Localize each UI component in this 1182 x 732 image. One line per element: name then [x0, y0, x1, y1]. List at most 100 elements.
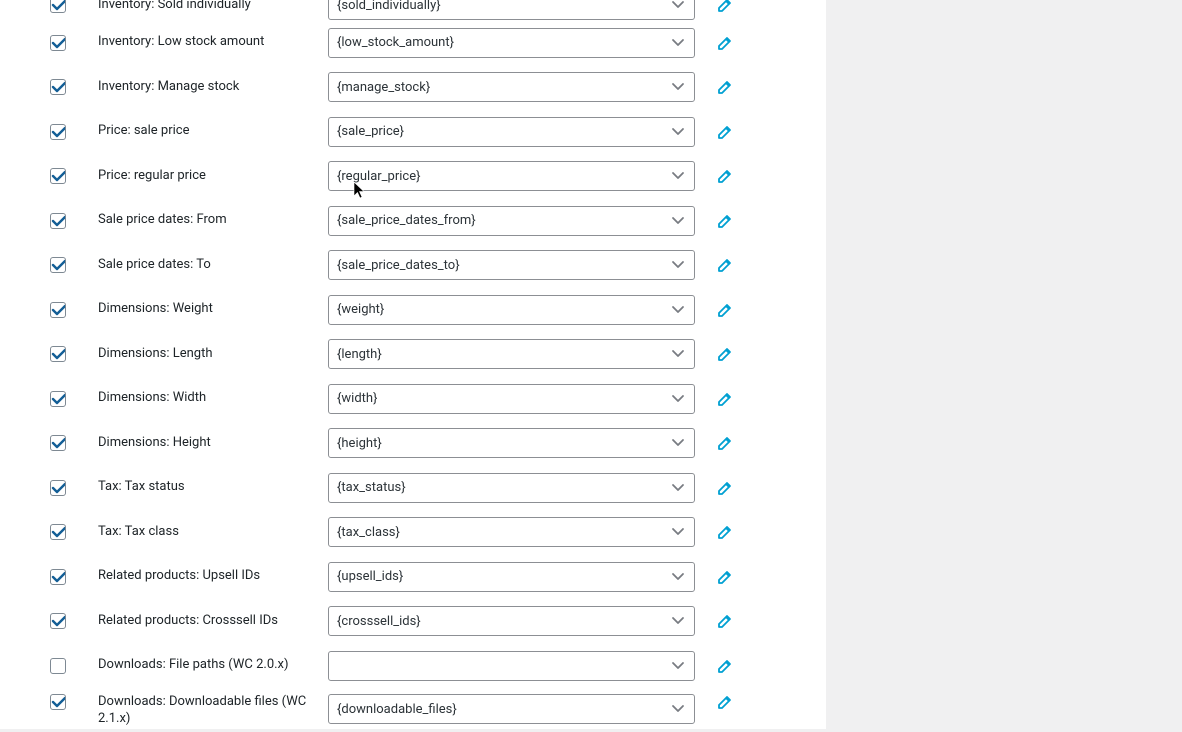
field-label: Tax: Tax status	[98, 479, 328, 496]
field-row: Inventory: Manage stock{manage_stock}	[40, 65, 826, 109]
enable-checkbox[interactable]	[50, 613, 66, 629]
field-mapping-select[interactable]: {crosssell_ids}	[328, 606, 695, 636]
edit-icon[interactable]	[717, 213, 733, 229]
enable-checkbox[interactable]	[50, 257, 66, 273]
field-label: Sale price dates: To	[98, 257, 328, 274]
enable-checkbox[interactable]	[50, 213, 66, 229]
field-row: Dimensions: Height {height}	[40, 421, 826, 465]
select-value: {manage_stock}	[337, 80, 430, 95]
select-value: {height}	[337, 436, 382, 451]
edit-icon[interactable]	[717, 658, 733, 674]
field-label: Dimensions: Height	[98, 435, 328, 452]
chevron-down-icon	[670, 302, 686, 318]
select-value: {regular_price}	[337, 169, 421, 184]
field-mapping-select[interactable]: {sale_price}	[328, 117, 695, 147]
field-mapping-select[interactable]: {tax_status}	[328, 473, 695, 503]
select-value: {sale_price_dates_to}	[337, 258, 460, 273]
enable-checkbox[interactable]	[50, 391, 66, 407]
edit-icon[interactable]	[717, 569, 733, 585]
field-row: Tax: Tax status{tax_status}	[40, 466, 826, 510]
select-value: {low_stock_amount}	[337, 35, 454, 50]
enable-checkbox[interactable]	[50, 480, 66, 496]
field-row: Dimensions: Weight{weight}	[40, 288, 826, 332]
chevron-down-icon	[670, 613, 686, 629]
edit-icon[interactable]	[717, 613, 733, 629]
edit-icon[interactable]	[717, 480, 733, 496]
field-mapping-select[interactable]: {tax_class}	[328, 517, 695, 547]
edit-icon[interactable]	[717, 524, 733, 540]
edit-icon[interactable]	[717, 346, 733, 362]
enable-checkbox[interactable]	[50, 168, 66, 184]
field-label: Downloads: Downloadable files (WC 2.1.x)	[98, 694, 328, 728]
enable-checkbox[interactable]	[50, 79, 66, 95]
field-row: Dimensions: Width{width}	[40, 377, 826, 421]
chevron-down-icon	[670, 701, 686, 717]
enable-checkbox[interactable]	[50, 346, 66, 362]
field-row: Sale price dates: From {sale_price_dates_…	[40, 199, 826, 243]
enable-checkbox[interactable]	[50, 694, 66, 710]
chevron-down-icon	[670, 480, 686, 496]
field-mapping-select[interactable]: {width}	[328, 384, 695, 414]
chevron-down-icon	[670, 569, 686, 585]
edit-icon[interactable]	[717, 435, 733, 451]
enable-checkbox[interactable]	[50, 658, 66, 674]
field-mapping-select[interactable]: {height}	[328, 428, 695, 458]
enable-checkbox[interactable]	[50, 524, 66, 540]
field-mapping-select[interactable]: {sale_price_dates_to}	[328, 250, 695, 280]
edit-icon[interactable]	[717, 0, 733, 13]
edit-icon[interactable]	[717, 391, 733, 407]
field-label: Dimensions: Width	[98, 390, 328, 407]
edit-icon[interactable]	[717, 124, 733, 140]
chevron-down-icon	[670, 0, 686, 13]
chevron-down-icon	[670, 213, 686, 229]
sidebar-area	[826, 0, 1182, 729]
field-label: Downloads: File paths (WC 2.0.x)	[98, 657, 328, 674]
field-label: Price: sale price	[98, 123, 328, 140]
field-mapping-panel: Inventory: Sold individually{sold_indivi…	[0, 0, 826, 729]
field-label: Inventory: Sold individually	[98, 0, 328, 13]
edit-icon[interactable]	[717, 168, 733, 184]
select-value: {sale_price_dates_from}	[337, 213, 476, 228]
enable-checkbox[interactable]	[50, 302, 66, 318]
enable-checkbox[interactable]	[50, 35, 66, 51]
field-row: Tax: Tax class{tax_class}	[40, 510, 826, 554]
enable-checkbox[interactable]	[50, 124, 66, 140]
field-label: Inventory: Low stock amount	[98, 34, 328, 51]
edit-icon[interactable]	[717, 35, 733, 51]
select-value: {downloadable_files}	[337, 702, 457, 717]
field-mapping-select[interactable]: {sold_individually}	[328, 0, 695, 20]
field-mapping-select[interactable]: {regular_price}	[328, 161, 695, 191]
select-value: {weight}	[337, 302, 384, 317]
field-mapping-select[interactable]: {weight}	[328, 295, 695, 325]
field-row: Inventory: Low stock amount {low_stock_am…	[40, 21, 826, 65]
field-mapping-select[interactable]: {upsell_ids}	[328, 562, 695, 592]
chevron-down-icon	[670, 79, 686, 95]
chevron-down-icon	[670, 391, 686, 407]
chevron-down-icon	[670, 168, 686, 184]
enable-checkbox[interactable]	[50, 435, 66, 451]
chevron-down-icon	[670, 35, 686, 51]
field-row: Sale price dates: To {sale_price_dates_to…	[40, 243, 826, 287]
edit-icon[interactable]	[717, 302, 733, 318]
field-mapping-select[interactable]: {low_stock_amount}	[328, 28, 695, 58]
field-mapping-select[interactable]	[328, 651, 695, 681]
field-mapping-select[interactable]: {manage_stock}	[328, 72, 695, 102]
chevron-down-icon	[670, 524, 686, 540]
edit-icon[interactable]	[717, 257, 733, 273]
edit-icon[interactable]	[717, 79, 733, 95]
field-label: Dimensions: Length	[98, 346, 328, 363]
field-mapping-select[interactable]: {sale_price_dates_from}	[328, 206, 695, 236]
select-value: {sale_price}	[337, 124, 404, 139]
field-row: Dimensions: Length{length}	[40, 332, 826, 376]
field-label: Sale price dates: From	[98, 212, 328, 229]
enable-checkbox[interactable]	[50, 569, 66, 585]
chevron-down-icon	[670, 346, 686, 362]
field-row: Related products: Crosssell IDs{crosssel…	[40, 599, 826, 643]
field-mapping-select[interactable]: {downloadable_files}	[328, 694, 695, 724]
field-row: Price: regular price{regular_price}	[40, 154, 826, 198]
select-value: {upsell_ids}	[337, 569, 403, 584]
select-value: {tax_class}	[337, 525, 400, 540]
edit-icon[interactable]	[717, 694, 733, 710]
field-mapping-select[interactable]: {length}	[328, 339, 695, 369]
enable-checkbox[interactable]	[50, 0, 66, 13]
